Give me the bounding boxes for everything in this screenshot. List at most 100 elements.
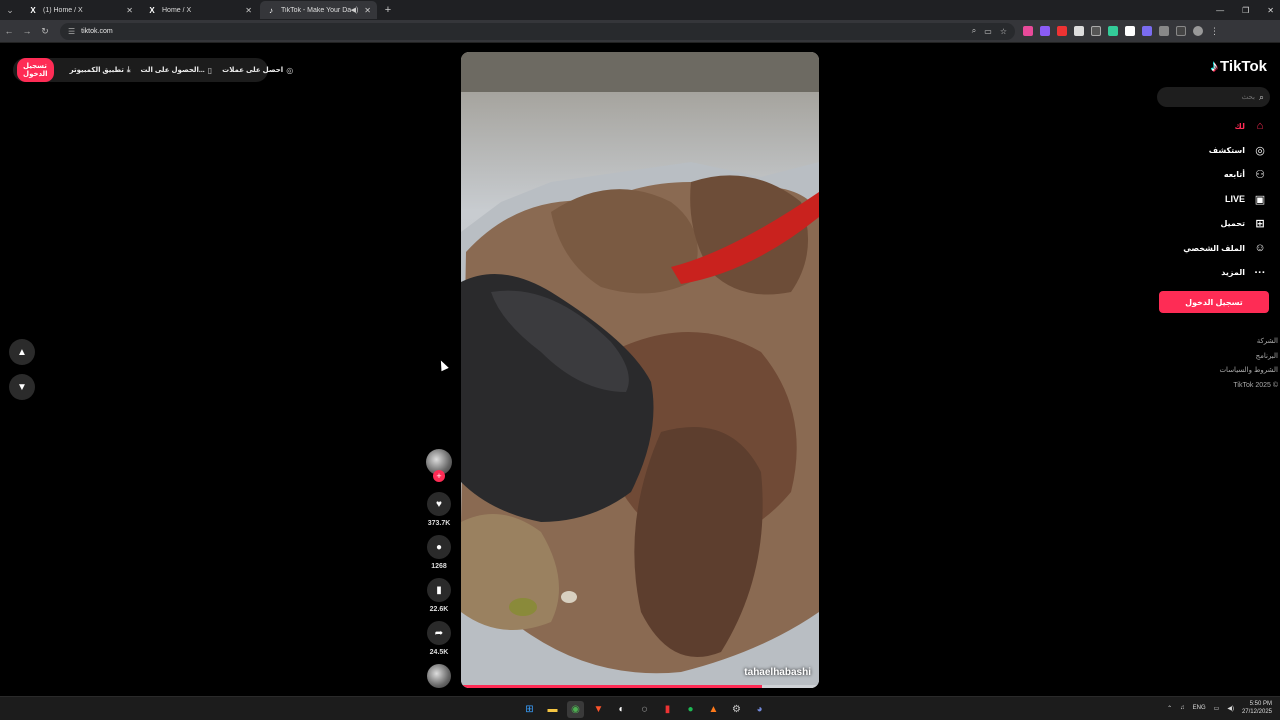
sidebar-item-profile[interactable]: الملف الشخصي ☺ bbox=[1157, 236, 1267, 260]
app-icon[interactable]: ▮ bbox=[659, 701, 676, 718]
next-video-button[interactable]: ▼ bbox=[9, 374, 35, 400]
extension-icon[interactable] bbox=[1142, 26, 1152, 36]
video-player[interactable]: tahaelhabashi bbox=[461, 52, 819, 688]
minimize-icon[interactable]: — bbox=[1216, 6, 1224, 15]
tab-search-icon[interactable]: ⌄ bbox=[0, 0, 20, 20]
file-explorer-icon[interactable]: ▬ bbox=[544, 701, 561, 718]
footer-link-program[interactable]: البرنامج bbox=[1219, 350, 1278, 365]
sidebar-item-following[interactable]: أتابعه ⚇ bbox=[1157, 163, 1267, 187]
spotify-icon[interactable]: ● bbox=[682, 701, 699, 718]
extension-icon[interactable] bbox=[1057, 26, 1067, 36]
sidebar-item-more[interactable]: المزيد ··· bbox=[1157, 260, 1267, 284]
music-disc-avatar[interactable] bbox=[427, 664, 451, 688]
browser-menu-icon[interactable]: ⋮ bbox=[1210, 26, 1219, 36]
reload-icon[interactable]: ↻ bbox=[36, 26, 54, 37]
app-icon[interactable]: ▲ bbox=[705, 701, 722, 718]
video-progress-bar[interactable] bbox=[461, 685, 819, 688]
sidebar-item-explore[interactable]: استكشف ◎ bbox=[1157, 138, 1267, 162]
sidebar-item-label: الملف الشخصي bbox=[1183, 243, 1245, 253]
extension-icon[interactable] bbox=[1091, 26, 1101, 36]
tab-title: (1) Home / X bbox=[43, 6, 83, 14]
like-button[interactable]: ♥ bbox=[427, 492, 451, 516]
video-author-handle[interactable]: tahaelhabashi bbox=[744, 667, 811, 678]
extension-icon[interactable] bbox=[1023, 26, 1033, 36]
site-info-icon[interactable]: ☰ bbox=[68, 27, 75, 36]
sidebar-item-label: استكشف bbox=[1208, 146, 1245, 156]
creator-avatar[interactable]: + bbox=[426, 449, 452, 482]
search-input[interactable] bbox=[1163, 93, 1255, 101]
app-icon[interactable]: ◌ bbox=[636, 701, 653, 718]
browser-tab-active[interactable]: ♪ TikTok - Make Your Day ◀) ✕ bbox=[260, 1, 377, 19]
sidebar-login-button[interactable]: تسجيل الدخول bbox=[1159, 291, 1269, 313]
tiktok-wordmark: TikTok bbox=[1220, 58, 1267, 75]
compass-icon: ◎ bbox=[1255, 145, 1265, 158]
desktop-app-label: تطبيق الكمبيوتر bbox=[69, 67, 124, 74]
search-box[interactable]: ⌕ bbox=[1157, 87, 1270, 107]
bookmark-star-icon[interactable]: ☆ bbox=[1000, 27, 1007, 36]
microphone-icon[interactable]: ♫ bbox=[1180, 705, 1185, 711]
sidebar-toggle-icon[interactable] bbox=[1176, 26, 1186, 36]
windows-start-icon[interactable]: ⊞ bbox=[521, 701, 538, 718]
extension-icon[interactable] bbox=[1108, 26, 1118, 36]
share-arrow-icon: ➦ bbox=[434, 627, 444, 639]
get-app-link[interactable]: الحصول على الت... ▯ bbox=[140, 66, 212, 75]
phone-icon: ▯ bbox=[207, 65, 213, 75]
tab-close-icon[interactable]: ✕ bbox=[364, 6, 371, 15]
get-coins-link[interactable]: احصل على عملات ◎ bbox=[222, 66, 293, 75]
extensions-bar: ⋮ bbox=[1023, 26, 1219, 36]
tray-chevron-up-icon[interactable]: ⌃ bbox=[1167, 705, 1172, 712]
restore-icon[interactable]: ❐ bbox=[1242, 6, 1249, 15]
clock-time: 5:50 PM bbox=[1249, 701, 1272, 707]
video-actions: + ♥ 373.7K ● 1268 ▮ 22.6K ➦ 24.5K bbox=[424, 449, 454, 688]
brave-icon[interactable]: ▼ bbox=[590, 701, 607, 718]
comment-button[interactable]: ● bbox=[427, 535, 451, 559]
save-button[interactable]: ▮ bbox=[427, 578, 451, 602]
footer-link-terms[interactable]: الشروط والسياسات bbox=[1219, 364, 1278, 379]
tab-close-icon[interactable]: ✕ bbox=[126, 6, 133, 15]
chrome-icon[interactable]: ◉ bbox=[567, 701, 584, 718]
app-icon[interactable]: ◐ bbox=[613, 701, 630, 718]
taskbar-apps: ⊞ ▬ ◉ ▼ ◐ ◌ ▮ ● ▲ ⚙ ◕ bbox=[521, 701, 768, 718]
desktop-app-link[interactable]: تطبيق الكمبيوتر ⤓ bbox=[70, 65, 131, 75]
forward-icon[interactable]: → bbox=[18, 26, 36, 36]
language-indicator[interactable]: ENG bbox=[1193, 705, 1206, 711]
sidebar-item-label: أتابعه bbox=[1223, 170, 1245, 180]
address-bar[interactable]: ☰ tiktok.com ⌕ ▭ ☆ bbox=[60, 22, 1015, 40]
browser-tab[interactable]: X (1) Home / X ✕ bbox=[22, 1, 139, 19]
zoom-icon[interactable]: ⌕ bbox=[972, 26, 976, 36]
tiktok-logo[interactable]: ♪ TikTok bbox=[1211, 58, 1267, 75]
mouse-cursor bbox=[437, 358, 449, 372]
extension-icon[interactable] bbox=[1040, 26, 1050, 36]
extension-icon[interactable] bbox=[1074, 26, 1084, 36]
extensions-puzzle-icon[interactable] bbox=[1159, 26, 1169, 36]
get-app-label: الحصول على الت... bbox=[140, 67, 205, 74]
volume-icon[interactable]: ◀) bbox=[1227, 705, 1234, 712]
profile-avatar-icon[interactable] bbox=[1193, 26, 1203, 36]
speaker-icon[interactable]: ◀) bbox=[351, 6, 359, 14]
sidebar-item-upload[interactable]: تحميل ⊞ bbox=[1157, 212, 1267, 236]
cast-icon[interactable]: ▭ bbox=[984, 27, 992, 36]
previous-video-button[interactable]: ▲ bbox=[9, 339, 35, 365]
network-icon[interactable]: ▭ bbox=[1214, 705, 1220, 712]
share-button[interactable]: ➦ bbox=[427, 621, 451, 645]
coin-icon: ◎ bbox=[286, 65, 294, 75]
back-icon[interactable]: ← bbox=[0, 26, 18, 36]
sidebar-item-for-you[interactable]: لك ⌂ bbox=[1157, 114, 1267, 138]
discord-icon[interactable]: ◕ bbox=[751, 701, 768, 718]
clock[interactable]: 5:50 PM 27/12/2025 bbox=[1242, 700, 1272, 716]
settings-gear-icon[interactable]: ⚙ bbox=[728, 701, 745, 718]
like-count: 373.7K bbox=[427, 520, 451, 527]
promo-login-button[interactable]: تسجيل الدخول bbox=[17, 58, 54, 82]
search-icon[interactable]: ⌕ bbox=[1259, 92, 1264, 103]
footer-link-company[interactable]: الشركة bbox=[1219, 335, 1278, 350]
chevron-down-icon: ▼ bbox=[17, 381, 27, 393]
follow-plus-icon[interactable]: + bbox=[433, 470, 445, 482]
extension-icon[interactable] bbox=[1125, 26, 1135, 36]
bookmark-icon: ▮ bbox=[436, 584, 442, 596]
close-window-icon[interactable]: ✕ bbox=[1267, 6, 1274, 15]
x-logo-icon: X bbox=[149, 5, 155, 15]
new-tab-button[interactable]: + bbox=[379, 4, 397, 16]
sidebar-item-live[interactable]: LIVE ▣ bbox=[1157, 187, 1267, 211]
browser-tab[interactable]: X Home / X ✕ bbox=[141, 1, 258, 19]
tab-close-icon[interactable]: ✕ bbox=[245, 6, 252, 15]
